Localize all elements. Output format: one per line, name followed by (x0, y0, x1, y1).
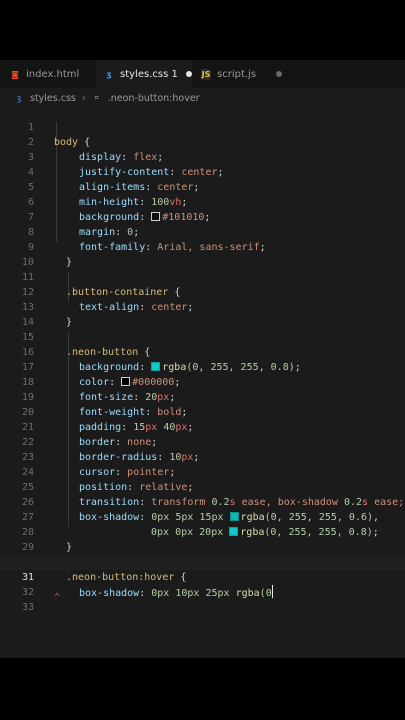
code-line: 10 (0, 240, 405, 268)
code-editor[interactable]: ◙ index.html ʒ styles.css 1 JS script.js… (0, 60, 405, 658)
code-line: 12 text-align: center; (0, 270, 405, 313)
code-line: 16 background: rgba(0, 255, 255, 0.8); (0, 330, 405, 373)
code-line: 13 } (0, 285, 405, 328)
code-line: 9 } (0, 225, 405, 268)
html-file-icon: ◙ (11, 69, 19, 79)
tab-label: styles.css 1 (120, 68, 178, 80)
code-line: 28 } (0, 510, 405, 553)
tab-label: script.js (217, 68, 257, 80)
code-line: 5 min-height: 100vh; (0, 165, 405, 208)
code-line: 27 0px 0px 20px rgba(0, 255, 255, 0.8); (0, 495, 405, 538)
code-line: 3 justify-content: center; (0, 135, 405, 178)
tab-label: index.html (26, 68, 80, 80)
code-line: 19 font-weight: bold; (0, 375, 405, 418)
js-file-icon: JS (201, 68, 211, 80)
line-number: 33 (21, 602, 34, 613)
tab-script-js[interactable]: JS script.js (193, 60, 288, 88)
symbol-icon: ⌗ (94, 93, 99, 102)
code-line: 33 (0, 585, 405, 613)
code-line: 4 align-items: center; (0, 150, 405, 193)
code-line: 7 margin: 0; (0, 195, 405, 238)
css-file-icon: ʒ (16, 93, 22, 103)
chevron-right-icon: › (81, 92, 86, 104)
code-line: 26 box-shadow: 0px 5px 15px rgba(0, 255,… (0, 480, 405, 523)
code-line: 25 transition: transform 0.2s ease, box-… (0, 465, 405, 508)
code-line: 32 (0, 570, 405, 598)
breadcrumb-symbol[interactable]: .neon-button:hover (108, 93, 200, 104)
css-file-icon: ʒ (106, 69, 112, 79)
error-squiggle-icon: ⌃ (54, 592, 61, 603)
code-line: 18 font-size: 20px; (0, 360, 405, 403)
code-line: 22 border-radius: 10px; (0, 420, 405, 463)
code-line: 20 padding: 15px 40px; (0, 390, 405, 433)
tab-styles-css[interactable]: ʒ styles.css 1 (96, 60, 192, 88)
code-line: 1 body { (0, 105, 405, 148)
code-line: 2 display: flex; (0, 120, 405, 163)
code-line: 14 (0, 300, 405, 328)
code-line: 17 color: #000000; (0, 345, 405, 388)
code-line-current: 31 box-shadow: 0px 10px 25px rgba(0 (0, 555, 405, 599)
tab-index-html[interactable]: ◙ index.html (0, 60, 95, 88)
code-line: 29 (0, 525, 405, 553)
code-line: 21 border: none; (0, 405, 405, 448)
breadcrumb-file[interactable]: styles.css (30, 93, 76, 104)
code-line: 15 .neon-button { (0, 315, 405, 358)
code-line: 30 .neon-button:hover { (0, 540, 405, 583)
code-line: 6 background: #101010; (0, 180, 405, 223)
code-line: 8 font-family: Arial, sans-serif; (0, 210, 405, 253)
unsaved-dot-icon[interactable] (185, 71, 192, 77)
unsaved-dot-icon[interactable] (276, 71, 283, 77)
code-line: 23 cursor: pointer; (0, 435, 405, 478)
tab-bar: ◙ index.html ʒ styles.css 1 JS script.js (0, 60, 405, 88)
code-line: 24 position: relative; (0, 450, 405, 493)
code-line: 11 .button-container { (0, 255, 405, 298)
